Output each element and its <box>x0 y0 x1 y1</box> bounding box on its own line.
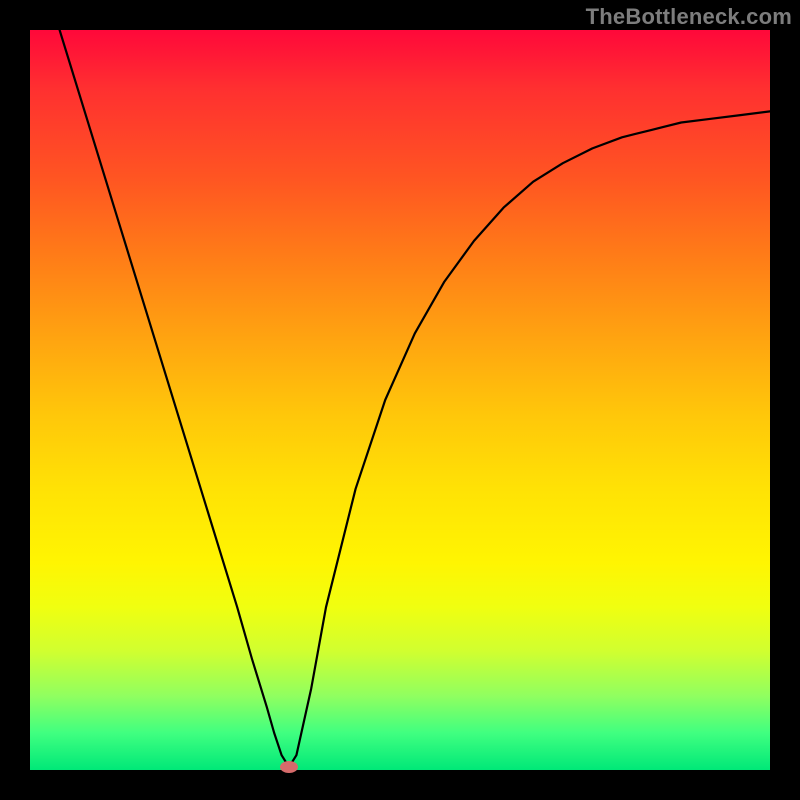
bottleneck-curve <box>30 30 770 770</box>
chart-frame: TheBottleneck.com <box>0 0 800 800</box>
curve-path <box>60 30 770 767</box>
plot-area <box>30 30 770 770</box>
optimum-marker <box>280 761 298 773</box>
watermark-text: TheBottleneck.com <box>586 4 792 30</box>
